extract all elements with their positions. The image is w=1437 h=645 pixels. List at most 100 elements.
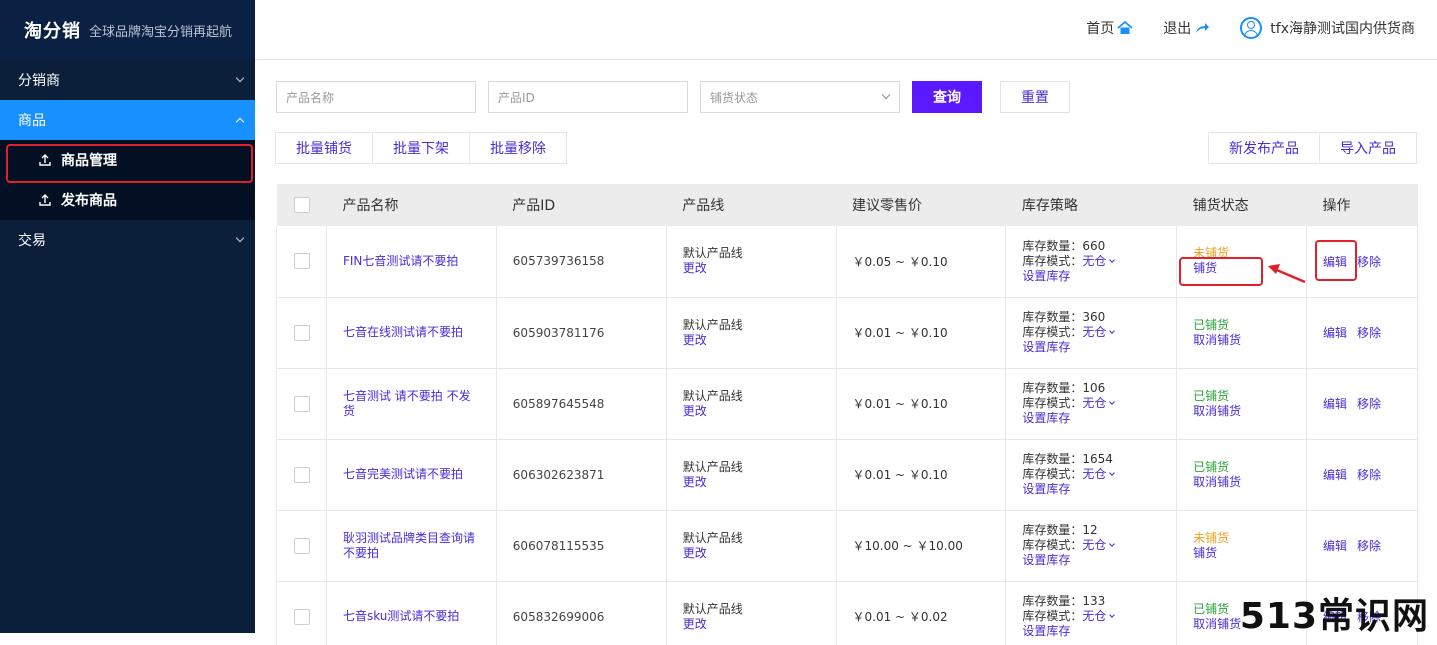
chevron-down-icon [881, 90, 891, 100]
user-menu[interactable]: tfx海静测试国内供货商 [1240, 17, 1415, 39]
product-name[interactable]: FIN七音测试请不要拍 [326, 226, 497, 298]
stock-mode-dropdown[interactable]: 无仓 [1082, 325, 1116, 339]
home-label: 首页 [1086, 21, 1115, 37]
bulk-distribute-button[interactable]: 批量铺货 [275, 132, 373, 164]
bulk-remove-button[interactable]: 批量移除 [469, 132, 567, 164]
change-line-link[interactable]: 更改 [683, 333, 836, 348]
table-row: 七音完美测试请不要拍 606302623871 默认产品线 更改 ￥0.01 ~ ￥0.… [276, 439, 1418, 511]
change-line-link[interactable]: 更改 [683, 617, 836, 632]
bulk-off-shelf-button[interactable]: 批量下架 [372, 132, 470, 164]
row-checkbox[interactable] [294, 608, 310, 625]
remove-link[interactable]: 移除 [1357, 397, 1381, 411]
menu-group-distributor[interactable]: 分销商 [0, 60, 255, 100]
product-name[interactable]: 耿羽测试品牌类目查询请不要拍 [326, 510, 497, 582]
distribution-status-select[interactable]: 铺货状态 [700, 81, 900, 113]
edit-link[interactable]: 编辑 [1323, 397, 1347, 411]
distribution-action-link[interactable]: 取消铺货 [1193, 404, 1306, 419]
header-price: 建议零售价 [836, 184, 1006, 226]
stock-qty-value: 660 [1082, 238, 1106, 253]
stock-mode-dropdown[interactable]: 无仓 [1082, 254, 1116, 268]
menu-group-products[interactable]: 商品 [0, 100, 255, 140]
set-stock-link[interactable]: 设置库存 [1022, 624, 1176, 639]
chevron-down-icon [1109, 612, 1116, 618]
header-line: 产品线 [666, 184, 836, 226]
edit-link[interactable]: 编辑 [1323, 468, 1347, 482]
reset-button[interactable]: 重置 [1000, 81, 1070, 113]
product-id: 606078115535 [496, 510, 667, 582]
sidebar-item-publish-product[interactable]: 发布商品 [0, 180, 255, 220]
table-row: 耿羽测试品牌类目查询请不要拍 606078115535 默认产品线 更改 ￥10.00 … [276, 510, 1418, 582]
logout-arrow-icon [1194, 21, 1210, 35]
row-checkbox[interactable] [294, 395, 310, 412]
set-stock-link[interactable]: 设置库存 [1022, 411, 1176, 426]
brand-logo[interactable]: 淘分销 [24, 17, 81, 43]
bulk-actions: 批量铺货 批量下架 批量移除 [275, 132, 567, 164]
stock-mode-label: 库存模式： [1022, 467, 1083, 481]
menu-group-trade[interactable]: 交易 [0, 220, 255, 260]
remove-link[interactable]: 移除 [1357, 468, 1381, 482]
annotation-box [1179, 257, 1263, 286]
product-name[interactable]: 七音完美测试请不要拍 [326, 439, 497, 511]
change-line-link[interactable]: 更改 [683, 475, 836, 490]
stock-qty: 库存数量：1654 [1022, 452, 1176, 467]
product-line-cell: 默认产品线 更改 [666, 226, 837, 298]
import-product-button[interactable]: 导入产品 [1319, 132, 1417, 164]
set-stock-link[interactable]: 设置库存 [1022, 340, 1176, 355]
change-line-link[interactable]: 更改 [683, 404, 836, 419]
change-line-link[interactable]: 更改 [683, 546, 836, 561]
product-name[interactable]: 七音在线测试请不要拍 [326, 297, 497, 369]
stock-mode-dropdown[interactable]: 无仓 [1082, 609, 1116, 623]
stock-mode-label: 库存模式： [1022, 609, 1083, 623]
row-checkbox[interactable] [294, 537, 310, 554]
stock-mode-dropdown[interactable]: 无仓 [1082, 538, 1116, 552]
query-button[interactable]: 查询 [912, 81, 982, 113]
stock-mode-label: 库存模式： [1022, 538, 1083, 552]
distribution-action-link[interactable]: 取消铺货 [1193, 475, 1306, 490]
set-stock-link[interactable]: 设置库存 [1022, 553, 1176, 568]
product-name[interactable]: 七音sku测试请不要拍 [326, 581, 497, 645]
logout-link[interactable]: 退出 [1163, 18, 1210, 38]
remove-link[interactable]: 移除 [1357, 326, 1381, 340]
stock-mode-dropdown[interactable]: 无仓 [1082, 467, 1116, 481]
stock-qty: 库存数量：133 [1022, 594, 1176, 609]
annotation-box [6, 144, 253, 183]
menu-group-label: 分销商 [18, 73, 60, 89]
select-all-checkbox[interactable] [293, 197, 310, 213]
chevron-down-icon [1109, 541, 1116, 547]
row-select-cell [276, 510, 327, 582]
product-table: 产品名称 产品ID 产品线 建议零售价 库存策略 铺货状态 操作 FIN七音测试… [276, 184, 1418, 645]
product-name[interactable]: 七音测试 请不要拍 不发货 [326, 368, 497, 440]
distribution-status: 未铺货 [1193, 530, 1230, 545]
chevron-up-icon [235, 117, 245, 127]
remove-link[interactable]: 移除 [1357, 255, 1381, 269]
operation-cell: 编辑 移除 [1306, 439, 1418, 511]
distribution-action-link[interactable]: 铺货 [1193, 546, 1306, 561]
stock-mode-dropdown[interactable]: 无仓 [1082, 396, 1116, 410]
product-line-cell: 默认产品线 更改 [666, 581, 837, 645]
row-checkbox[interactable] [294, 466, 310, 483]
product-id: 605903781176 [496, 297, 667, 369]
stock-qty-value: 360 [1082, 310, 1106, 324]
set-stock-link[interactable]: 设置库存 [1022, 269, 1176, 284]
product-line: 默认产品线 [682, 601, 743, 616]
stock-qty-value: 106 [1082, 381, 1106, 395]
stock-qty-label: 库存数量： [1022, 238, 1083, 253]
distribution-action-link[interactable]: 取消铺货 [1193, 333, 1306, 348]
product-name-input[interactable]: 产品名称 [276, 81, 476, 113]
select-all-header [276, 184, 327, 226]
row-checkbox[interactable] [294, 324, 310, 341]
product-id-input[interactable]: 产品ID [488, 81, 688, 113]
edit-link[interactable]: 编辑 [1323, 539, 1347, 553]
operation-cell: 编辑 移除 [1306, 297, 1418, 369]
new-product-button[interactable]: 新发布产品 [1208, 132, 1320, 164]
edit-link[interactable]: 编辑 [1323, 326, 1347, 340]
row-checkbox[interactable] [294, 253, 310, 270]
remove-link[interactable]: 移除 [1357, 539, 1381, 553]
stock-mode: 库存模式：无仓 [1022, 254, 1176, 269]
retail-price: ￥0.01 ~ ￥0.10 [836, 297, 1007, 369]
set-stock-link[interactable]: 设置库存 [1022, 482, 1176, 497]
home-icon [1117, 21, 1133, 35]
change-line-link[interactable]: 更改 [683, 261, 836, 276]
home-link[interactable]: 首页 [1086, 18, 1133, 38]
product-line-cell: 默认产品线 更改 [666, 368, 837, 440]
